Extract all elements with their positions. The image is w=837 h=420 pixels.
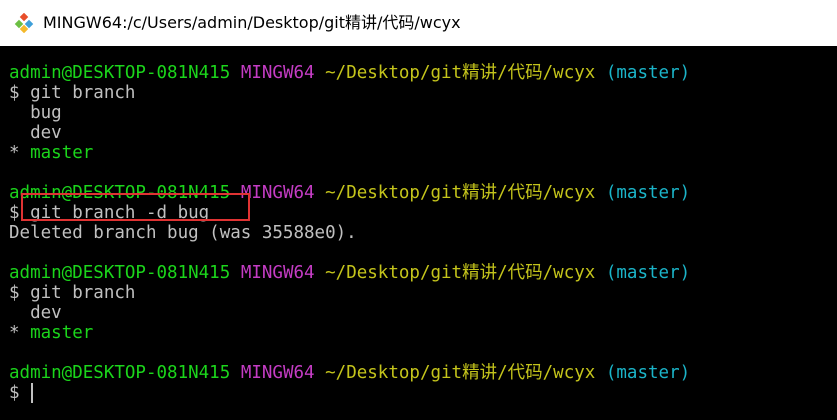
command-text: git branch [30, 83, 136, 103]
prompt-branch: (master) [605, 63, 691, 83]
dollar-sign: $ [9, 83, 20, 103]
prompt-branch: (master) [605, 183, 691, 203]
output-line: bug [9, 103, 62, 123]
prompt-system: MINGW64 [240, 63, 315, 83]
prompt-branch: (master) [605, 263, 691, 283]
command-line: $ git branch [9, 283, 135, 303]
current-branch: master [30, 323, 94, 343]
current-marker: * [9, 323, 20, 343]
dollar-sign: $ [9, 383, 20, 403]
command-line[interactable]: $ [9, 383, 20, 403]
current-branch: master [30, 143, 94, 163]
command-text: git branch [30, 283, 136, 303]
window-title: MINGW64:/c/Users/admin/Desktop/git精讲/代码/… [43, 13, 461, 32]
command-text: git branch -d bug [30, 203, 210, 223]
current-branch-line: * master [9, 143, 93, 163]
dollar-sign: $ [9, 283, 20, 303]
text-cursor [31, 383, 33, 403]
prompt-user: admin@DESKTOP-081N415 [9, 363, 231, 383]
git-bash-icon [14, 13, 34, 33]
prompt-user: admin@DESKTOP-081N415 [9, 263, 231, 283]
current-marker: * [9, 143, 20, 163]
current-branch-line: * master [9, 323, 93, 343]
dollar-sign: $ [9, 203, 20, 223]
prompt-path: ~/Desktop/git精讲/代码/wcyx [325, 183, 596, 203]
title-bar: MINGW64:/c/Users/admin/Desktop/git精讲/代码/… [0, 0, 837, 46]
prompt-line: admin@DESKTOP-081N415 MINGW64 ~/Desktop/… [9, 363, 690, 383]
prompt-line: admin@DESKTOP-081N415 MINGW64 ~/Desktop/… [9, 263, 690, 283]
prompt-line: admin@DESKTOP-081N415 MINGW64 ~/Desktop/… [9, 63, 690, 83]
prompt-user: admin@DESKTOP-081N415 [9, 183, 231, 203]
output-line: Deleted branch bug (was 35588e0). [9, 223, 357, 243]
output-line: dev [9, 123, 62, 143]
prompt-path: ~/Desktop/git精讲/代码/wcyx [325, 363, 596, 383]
prompt-system: MINGW64 [240, 363, 315, 383]
prompt-path: ~/Desktop/git精讲/代码/wcyx [325, 63, 596, 83]
terminal-area[interactable]: admin@DESKTOP-081N415 MINGW64 ~/Desktop/… [0, 46, 837, 420]
prompt-branch: (master) [605, 363, 691, 383]
prompt-system: MINGW64 [240, 263, 315, 283]
prompt-user: admin@DESKTOP-081N415 [9, 63, 231, 83]
prompt-path: ~/Desktop/git精讲/代码/wcyx [325, 263, 596, 283]
command-line: $ git branch [9, 83, 135, 103]
prompt-system: MINGW64 [240, 183, 315, 203]
command-line: $ git branch -d bug [9, 203, 209, 223]
output-line: dev [9, 303, 62, 323]
prompt-line: admin@DESKTOP-081N415 MINGW64 ~/Desktop/… [9, 183, 690, 203]
